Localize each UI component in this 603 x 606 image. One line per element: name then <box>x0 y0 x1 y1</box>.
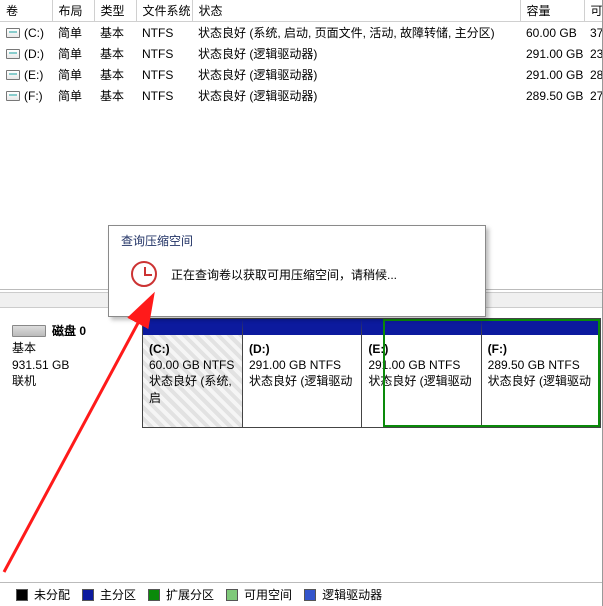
col-volume[interactable]: 卷 <box>0 0 52 22</box>
legend-label-primary: 主分区 <box>100 586 136 603</box>
col-status[interactable]: 状态 <box>192 0 520 22</box>
disk-map-pane: 磁盘 0 基本 931.51 GB 联机 (C:) 60.00 GB NTFS … <box>2 318 601 428</box>
partition-info: 291.00 GB NTFS <box>368 358 460 372</box>
partition-e[interactable]: (E:) 291.00 GB NTFS 状态良好 (逻辑驱动 <box>362 319 481 427</box>
col-free[interactable]: 可用 <box>584 0 603 22</box>
table-row[interactable]: (C:)简单基本NTFS状态良好 (系统, 启动, 页面文件, 活动, 故障转储… <box>0 22 603 44</box>
disk-size: 931.51 GB <box>12 357 132 374</box>
legend-swatch-free <box>226 589 238 601</box>
disk-type: 基本 <box>12 340 132 357</box>
partition-bar: (C:) 60.00 GB NTFS 状态良好 (系统, 启 (D:) 291.… <box>142 318 601 428</box>
partition-status: 状态良好 (逻辑驱动 <box>249 374 352 388</box>
legend-swatch-extended <box>148 589 160 601</box>
volume-table: 卷 布局 类型 文件系统 状态 容量 可用 (C:)简单基本NTFS状态良好 (… <box>0 0 603 106</box>
legend-label-unallocated: 未分配 <box>34 586 70 603</box>
legend-label-extended: 扩展分区 <box>166 586 214 603</box>
drive-icon <box>6 70 20 80</box>
legend-swatch-primary <box>82 589 94 601</box>
drive-icon <box>6 28 20 38</box>
legend: 未分配 主分区 扩展分区 可用空间 逻辑驱动器 <box>0 582 603 606</box>
legend-label-free: 可用空间 <box>244 586 292 603</box>
disk-state: 联机 <box>12 373 132 390</box>
partition-status: 状态良好 (逻辑驱动 <box>488 374 591 388</box>
table-row[interactable]: (D:)简单基本NTFS状态良好 (逻辑驱动器)291.00 GB238. <box>0 43 603 64</box>
partition-letter: (D:) <box>249 342 270 356</box>
partition-c[interactable]: (C:) 60.00 GB NTFS 状态良好 (系统, 启 <box>143 319 243 427</box>
drive-icon <box>6 49 20 59</box>
shrink-query-dialog: 查询压缩空间 正在查询卷以获取可用压缩空间，请稍候... <box>108 225 486 317</box>
disk-icon <box>12 325 46 337</box>
col-fs[interactable]: 文件系统 <box>136 0 192 22</box>
disk-name: 磁盘 0 <box>52 324 86 338</box>
disk-info[interactable]: 磁盘 0 基本 931.51 GB 联机 <box>2 318 142 428</box>
partition-info: 289.50 GB NTFS <box>488 358 580 372</box>
dialog-message: 正在查询卷以获取可用压缩空间，请稍候... <box>171 266 397 283</box>
clock-icon <box>131 261 157 287</box>
col-capacity[interactable]: 容量 <box>520 0 584 22</box>
partition-letter: (E:) <box>368 342 388 356</box>
partition-status: 状态良好 (逻辑驱动 <box>368 374 471 388</box>
col-type[interactable]: 类型 <box>94 0 136 22</box>
legend-swatch-logical <box>304 589 316 601</box>
legend-swatch-unallocated <box>16 589 28 601</box>
partition-status: 状态良好 (系统, 启 <box>149 374 232 404</box>
partition-info: 291.00 GB NTFS <box>249 358 341 372</box>
table-row[interactable]: (E:)简单基本NTFS状态良好 (逻辑驱动器)291.00 GB282. <box>0 64 603 85</box>
partition-d[interactable]: (D:) 291.00 GB NTFS 状态良好 (逻辑驱动 <box>243 319 362 427</box>
partition-f[interactable]: (F:) 289.50 GB NTFS 状态良好 (逻辑驱动 <box>482 319 600 427</box>
table-row[interactable]: (F:)简单基本NTFS状态良好 (逻辑驱动器)289.50 GB271. <box>0 85 603 106</box>
drive-icon <box>6 91 20 101</box>
partition-info: 60.00 GB NTFS <box>149 358 234 372</box>
dialog-title: 查询压缩空间 <box>109 226 485 255</box>
legend-label-logical: 逻辑驱动器 <box>322 586 382 603</box>
col-layout[interactable]: 布局 <box>52 0 94 22</box>
partition-letter: (F:) <box>488 342 507 356</box>
partition-letter: (C:) <box>149 342 170 356</box>
